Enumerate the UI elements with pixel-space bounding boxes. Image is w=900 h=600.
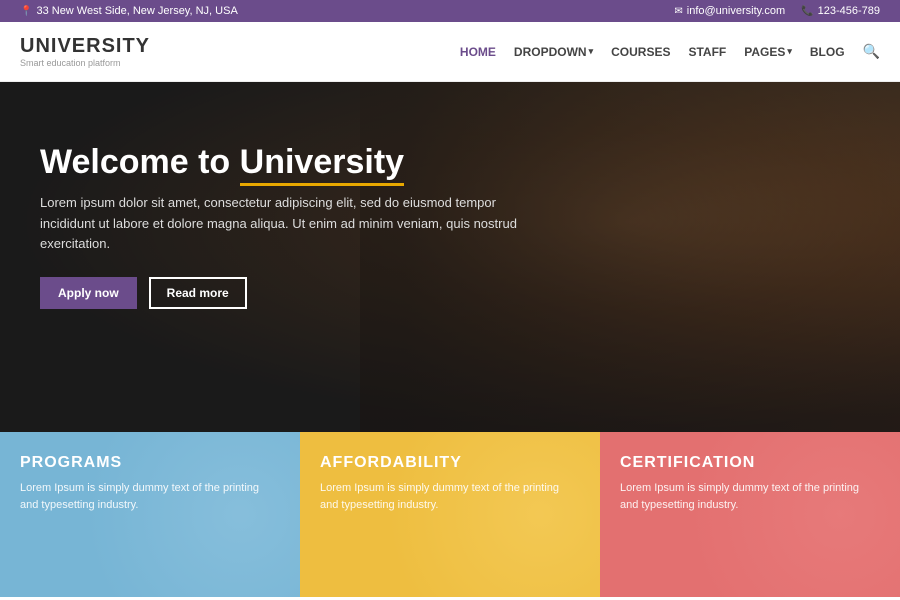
nav-pages[interactable]: PAGES ▾ [744, 45, 792, 59]
certification-card-content: CERTIFICATION Lorem Ipsum is simply dumm… [620, 454, 880, 513]
email-item: info@university.com [674, 5, 785, 17]
logo-title: UNIVERSITY [20, 35, 150, 58]
affordability-card-content: AFFORDABILITY Lorem Ipsum is simply dumm… [320, 454, 580, 513]
programs-card: PROGRAMS Lorem Ipsum is simply dummy tex… [0, 432, 300, 597]
certification-card: CERTIFICATION Lorem Ipsum is simply dumm… [600, 432, 900, 597]
address-text: 33 New West Side, New Jersey, NJ, USA [36, 5, 237, 17]
affordability-card: AFFORDABILITY Lorem Ipsum is simply dumm… [300, 432, 600, 597]
nav-blog[interactable]: BLOG [810, 45, 845, 59]
affordability-card-desc: Lorem Ipsum is simply dummy text of the … [320, 480, 580, 513]
apply-now-button[interactable]: Apply now [40, 277, 137, 309]
top-bar-left: 33 New West Side, New Jersey, NJ, USA [20, 5, 238, 17]
feature-cards: PROGRAMS Lorem Ipsum is simply dummy tex… [0, 432, 900, 597]
dropdown-arrow-1: ▾ [589, 46, 594, 57]
hero-title-highlight: University [240, 143, 404, 186]
top-bar-right: info@university.com 123-456-789 [674, 5, 880, 17]
hero-content: Welcome to University Lorem ipsum dolor … [40, 142, 520, 309]
nav-staff[interactable]: STAFF [688, 45, 726, 59]
certification-card-title: CERTIFICATION [620, 454, 880, 472]
email-icon [674, 5, 682, 17]
read-more-button[interactable]: Read more [149, 277, 247, 309]
phone-item: 123-456-789 [801, 5, 880, 17]
dropdown-arrow-2: ▾ [787, 46, 792, 57]
programs-card-title: PROGRAMS [20, 454, 280, 472]
certification-card-desc: Lorem Ipsum is simply dummy text of the … [620, 480, 880, 513]
email-text: info@university.com [687, 5, 785, 17]
affordability-card-title: AFFORDABILITY [320, 454, 580, 472]
address-item: 33 New West Side, New Jersey, NJ, USA [20, 5, 238, 17]
location-icon [20, 5, 32, 17]
top-bar: 33 New West Side, New Jersey, NJ, USA in… [0, 0, 900, 22]
logo-subtitle: Smart education platform [20, 58, 150, 68]
phone-text: 123-456-789 [818, 5, 880, 17]
phone-icon [801, 5, 813, 17]
nav-home[interactable]: HOME [460, 45, 496, 59]
hero-buttons: Apply now Read more [40, 277, 520, 309]
site-header: UNIVERSITY Smart education platform HOME… [0, 22, 900, 82]
programs-card-content: PROGRAMS Lorem Ipsum is simply dummy tex… [20, 454, 280, 513]
hero-description: Lorem ipsum dolor sit amet, consectetur … [40, 193, 520, 255]
hero-title: Welcome to University [40, 142, 520, 183]
programs-card-desc: Lorem Ipsum is simply dummy text of the … [20, 480, 280, 513]
nav-courses[interactable]: COURSES [611, 45, 670, 59]
search-icon[interactable]: 🔍 [863, 43, 880, 60]
main-nav: HOME DROPDOWN ▾ COURSES STAFF PAGES ▾ BL… [460, 43, 880, 60]
footer-url: heritagechristiancollege.com [20, 529, 280, 540]
nav-dropdown[interactable]: DROPDOWN ▾ [514, 45, 593, 59]
logo: UNIVERSITY Smart education platform [20, 35, 150, 68]
hero-section: Welcome to University Lorem ipsum dolor … [0, 82, 900, 432]
